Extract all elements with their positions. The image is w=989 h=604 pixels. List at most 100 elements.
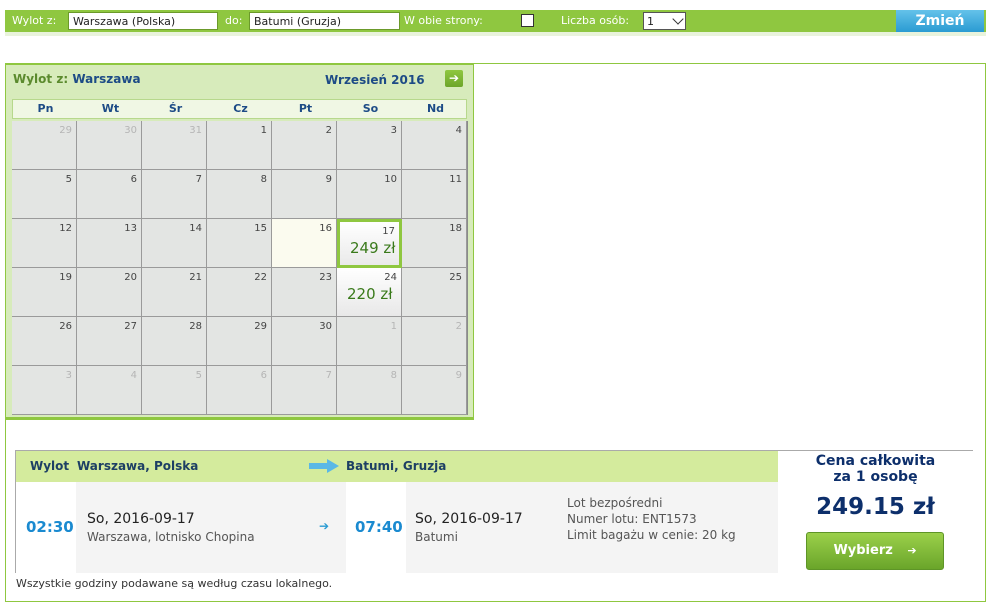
calendar-day: 10 bbox=[337, 170, 402, 219]
calendar-day: 31 bbox=[142, 121, 207, 170]
calendar-day: 2 bbox=[402, 317, 467, 366]
price-subtitle: za 1 osobę bbox=[833, 469, 918, 485]
day-price: 220 zł bbox=[347, 285, 393, 303]
day-number: 27 bbox=[124, 321, 137, 332]
weekday-label: Wt bbox=[101, 102, 120, 115]
calendar-day: 4 bbox=[402, 121, 467, 170]
roundtrip-label: W obie strony: bbox=[404, 14, 483, 27]
calendar-day: 7 bbox=[142, 170, 207, 219]
day-number: 8 bbox=[260, 174, 267, 185]
day-number: 30 bbox=[124, 125, 137, 136]
day-number: 30 bbox=[319, 321, 332, 332]
route-arrow-icon bbox=[309, 459, 339, 473]
persons-label: Liczba osób: bbox=[561, 14, 630, 27]
route-from: Warszawa, Polska bbox=[77, 459, 199, 473]
day-number: 4 bbox=[130, 370, 137, 381]
calendar-day: 8 bbox=[337, 366, 402, 415]
day-number: 5 bbox=[65, 174, 72, 185]
local-time-note: Wszystkie godziny podawane są według cza… bbox=[16, 577, 333, 590]
calendar-day: 9 bbox=[272, 170, 337, 219]
day-number: 2 bbox=[455, 321, 462, 332]
arrival-time: 07:40 bbox=[355, 518, 403, 536]
day-number: 8 bbox=[390, 370, 397, 381]
departure-calendar: Wylot z: Warszawa Wrzesień 2016 ➔ Pn Wt … bbox=[5, 64, 474, 420]
calendar-day: 11 bbox=[402, 170, 467, 219]
calendar-day: 4 bbox=[77, 366, 142, 415]
calendar-day: 2 bbox=[272, 121, 337, 170]
calendar-day: 6 bbox=[77, 170, 142, 219]
day-number: 20 bbox=[124, 272, 137, 283]
change-search-button[interactable]: Zmień bbox=[896, 10, 984, 32]
to-input[interactable]: Batumi (Gruzja) bbox=[249, 12, 400, 30]
day-number: 26 bbox=[59, 321, 72, 332]
calendar-day: 18 bbox=[402, 219, 467, 268]
day-number: 25 bbox=[449, 272, 462, 283]
day-number: 3 bbox=[390, 125, 397, 136]
select-flight-button[interactable]: Wybierz ➔ bbox=[806, 532, 944, 570]
day-number: 10 bbox=[384, 174, 397, 185]
flight-number: Numer lotu: ENT1573 bbox=[567, 512, 697, 526]
departure-place: Warszawa, lotnisko Chopina bbox=[87, 530, 255, 544]
roundtrip-checkbox[interactable] bbox=[521, 14, 534, 27]
day-number: 5 bbox=[195, 370, 202, 381]
weekday-label: Nd bbox=[426, 102, 445, 115]
calendar-day: 5 bbox=[12, 170, 77, 219]
day-number: 4 bbox=[455, 125, 462, 136]
calendar-day: 8 bbox=[207, 170, 272, 219]
day-number: 24 bbox=[384, 272, 397, 283]
from-label: Wylot z: bbox=[12, 14, 57, 27]
weekday-label: Pt bbox=[298, 102, 313, 115]
departure-time: 02:30 bbox=[26, 518, 74, 536]
calendar-day: 28 bbox=[142, 317, 207, 366]
from-input[interactable]: Warszawa (Polska) bbox=[68, 12, 218, 30]
next-month-button[interactable]: ➔ bbox=[445, 70, 463, 87]
weekday-label: Cz bbox=[233, 102, 248, 115]
day-number: 29 bbox=[59, 125, 72, 136]
day-number: 3 bbox=[65, 370, 72, 381]
calendar-day: 7 bbox=[272, 366, 337, 415]
chevron-down-icon bbox=[672, 13, 684, 25]
calendar-day: 3 bbox=[12, 366, 77, 415]
arrow-right-icon: ➔ bbox=[448, 71, 460, 85]
day-number: 28 bbox=[189, 321, 202, 332]
route-to: Batumi, Gruzja bbox=[346, 459, 447, 473]
calendar-day: 29 bbox=[12, 121, 77, 170]
calendar-day: 22 bbox=[207, 268, 272, 317]
flight-offer: Wylot Warszawa, Polska Batumi, Gruzja 02… bbox=[15, 450, 973, 573]
calendar-day: 19 bbox=[12, 268, 77, 317]
calendar-day: 1 bbox=[207, 121, 272, 170]
day-number: 21 bbox=[189, 272, 202, 283]
persons-value: 1 bbox=[647, 15, 654, 28]
day-number: 23 bbox=[319, 272, 332, 283]
day-number: 1 bbox=[390, 321, 397, 332]
calendar-day: 20 bbox=[77, 268, 142, 317]
arrival-time-cell: 07:40 bbox=[346, 482, 406, 573]
calendar-day-with-price[interactable]: 17 249 zł bbox=[337, 219, 402, 268]
calendar-day: 21 bbox=[142, 268, 207, 317]
direction-label: Wylot bbox=[30, 459, 70, 473]
persons-select[interactable]: 1 bbox=[643, 12, 686, 30]
calendar-day: 25 bbox=[402, 268, 467, 317]
day-number: 7 bbox=[195, 174, 202, 185]
day-number: 6 bbox=[130, 174, 137, 185]
day-number: 18 bbox=[449, 223, 462, 234]
calendar-day: 26 bbox=[12, 317, 77, 366]
day-number: 16 bbox=[319, 223, 332, 234]
calendar-day: 30 bbox=[272, 317, 337, 366]
day-number: 15 bbox=[254, 223, 267, 234]
weekday-label: So bbox=[362, 102, 379, 115]
day-number: 9 bbox=[325, 174, 332, 185]
day-number: 7 bbox=[325, 370, 332, 381]
calendar-day: 9 bbox=[402, 366, 467, 415]
calendar-day: 12 bbox=[12, 219, 77, 268]
day-number: 31 bbox=[189, 125, 202, 136]
day-number: 14 bbox=[189, 223, 202, 234]
day-number: 2 bbox=[325, 125, 332, 136]
price-title: Cena całkowita bbox=[815, 453, 936, 469]
calendar-day-with-price[interactable]: 24 220 zł bbox=[337, 268, 402, 317]
day-number: 6 bbox=[260, 370, 267, 381]
weekday-header: Pn Wt Śr Cz Pt So Nd bbox=[12, 99, 467, 119]
arrow-right-icon: ➔ bbox=[319, 519, 330, 533]
calendar-day: 27 bbox=[77, 317, 142, 366]
calendar-day: 29 bbox=[207, 317, 272, 366]
